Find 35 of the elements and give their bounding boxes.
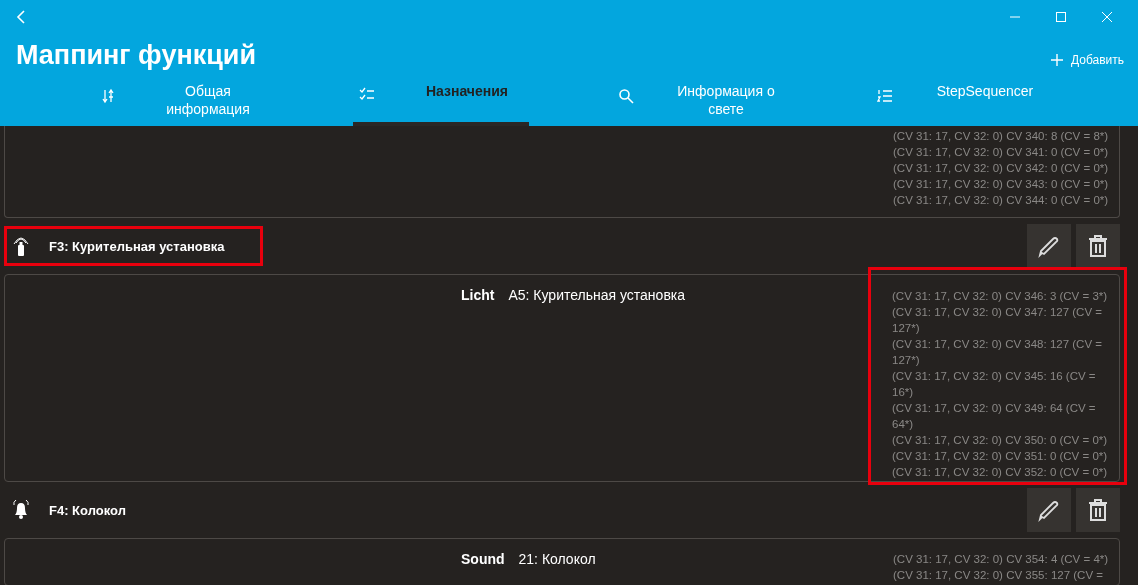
output-label: 21: Колокол [518,551,596,569]
tab[interactable]: Назначения [353,76,529,126]
type-label: Licht [461,287,495,305]
tab[interactable]: Информация о свете [612,76,788,126]
function-title: F3: Курительная установка [49,238,225,254]
cv-list: (CV 31: 17, CV 32: 0) CV 346: 3 (CV = 3*) (CV 31: 17, CV 32: 0) CV 347: 127 (CV = 127*) (CV 31: 17, CV 32: 0) CV 348: 127 (CV = 127*) (CV 31: 17, CV 32: 0) CV 345: 16 (CV = 16*) (CV 31: 17, CV 32: 0) CV 349: 64 (CV = 64*) (CV 31: 17, CV 32: 0) CV 350: 0 (CV = 0*) (CV 31: 17, CV 32: 0) CV 351: 0 (CV = 0*) (CV 31: 17, CV 32: 0) CV 352: 0 (CV = 0*) [892,282,1114,480]
numbered-list-icon [877,88,893,104]
cv-list: (CV 31: 17, CV 32: 0) CV 340: 8 (CV = 8*) (CV 31: 17, CV 32: 0) CV 341: 0 (CV = 0*) (CV 31: 17, CV 32: 0) CV 342: 0 (CV = 0*) (CV 31: 17, CV 32: 0) CV 343: 0 (CV = 0*) (CV 31: 17, CV 32: 0) CV 344: 0 (CV = 0*) [875,126,1115,217]
trash-icon [1086,234,1110,258]
delete-button[interactable] [1076,488,1120,532]
search-icon [618,88,634,104]
page-title: Маппинг функций [16,39,256,71]
cv-list: (CV 31: 17, CV 32: 0) CV 354: 4 (CV = 4*) (CV 31: 17, CV 32: 0) CV 355: 127 (CV = [893,545,1115,583]
function-title: F4: Колокол [49,502,126,518]
output-label: A5: Курительная установка [508,287,686,305]
maximize-icon[interactable] [1056,12,1066,22]
edit-button[interactable] [1027,488,1071,532]
pencil-icon [1037,234,1061,258]
tab[interactable]: StepSequencer [871,76,1047,126]
checklist-icon [359,86,375,102]
back-icon[interactable] [16,10,26,24]
sort-arrows-icon [100,88,116,104]
add-button[interactable]: Добавить [1044,52,1130,68]
delete-button[interactable] [1076,224,1120,268]
type-label: Sound [461,551,505,569]
edit-button[interactable] [1027,224,1071,268]
close-icon[interactable] [1102,12,1112,22]
plus-icon [1050,54,1063,66]
bell-icon [11,499,31,521]
function-header[interactable]: F4: Колокол [4,490,165,530]
pencil-icon [1037,498,1061,522]
smoke-generator-icon [11,235,31,257]
trash-icon [1086,498,1110,522]
function-header[interactable]: F3: Курительная установка [4,226,264,266]
tab[interactable]: Общая информация [94,76,270,126]
